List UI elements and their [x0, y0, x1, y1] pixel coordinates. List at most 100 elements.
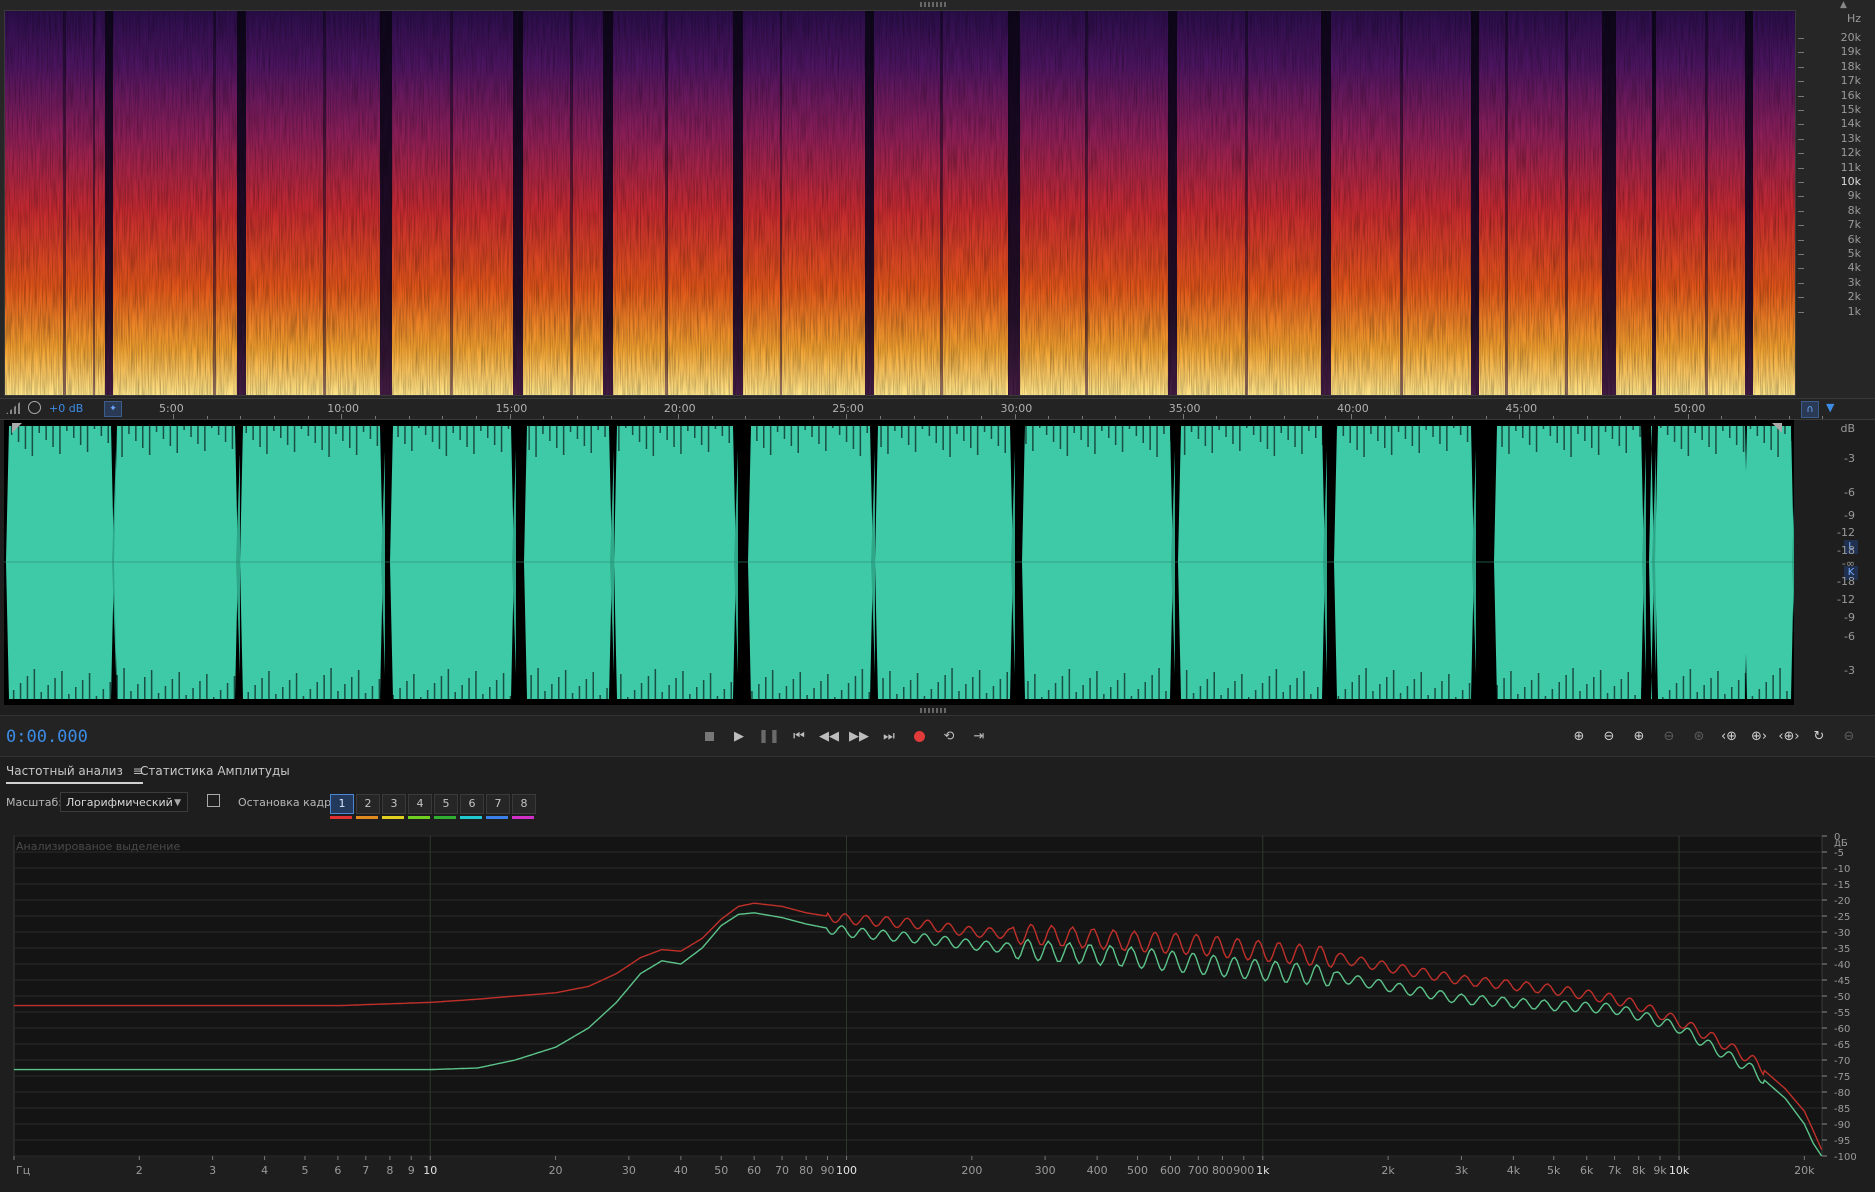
peak-notch: [1763, 420, 1765, 443]
zoom-in-left-button[interactable]: ‹⊕: [1718, 725, 1740, 747]
go-to-start-button[interactable]: ⏮: [788, 725, 810, 747]
peak-notch: [1411, 420, 1414, 446]
play-button[interactable]: ▶: [728, 725, 750, 747]
panel-resize-handle-2[interactable]: [920, 708, 948, 713]
record-button[interactable]: [908, 725, 930, 747]
frame-hold-button-7[interactable]: 7: [486, 794, 510, 814]
peak-notch: [404, 420, 406, 444]
peak-notch: [599, 695, 601, 705]
peak-notch: [1770, 420, 1772, 450]
spectrogram-image: [5, 11, 1795, 395]
peak-notch: [245, 420, 247, 433]
peak-notch: [873, 420, 875, 440]
peak-notch: [694, 420, 696, 438]
frame-hold-button-8[interactable]: 8: [512, 794, 536, 814]
zoom-out-full-button[interactable]: ⊖: [1658, 725, 1680, 747]
frame-hold-button-5[interactable]: 5: [434, 794, 458, 814]
peak-notch: [640, 683, 643, 705]
tab-amplitude-statistics[interactable]: Статистика Амплитуды: [140, 764, 290, 782]
peak-notch: [482, 694, 484, 705]
fast-forward-button[interactable]: ▶▶: [848, 725, 870, 747]
rewind-button[interactable]: ◀◀: [818, 725, 840, 747]
peak-notch: [1634, 695, 1636, 705]
stop-button[interactable]: [698, 725, 720, 747]
peak-notch: [680, 420, 682, 454]
analysis-tabs: Частотный анализ ≡ Статистика Амплитуды: [0, 760, 1875, 786]
zoom-out-all-button[interactable]: ⊖: [1838, 725, 1860, 747]
go-to-end-button[interactable]: ⏭: [878, 725, 900, 747]
peak-notch: [1158, 668, 1160, 705]
frame-hold-button-1[interactable]: 1: [330, 794, 354, 814]
headphones-icon[interactable]: ∩: [1801, 401, 1819, 418]
zoom-in-right-button[interactable]: ⊕›: [1748, 725, 1770, 747]
spectral-view[interactable]: ▲ Hz 20k 19k 18k 17k 16k 15k 14k 13k 12k…: [0, 0, 1875, 398]
peak-notch: [1006, 672, 1008, 705]
zoom-out-amplitude-button[interactable]: ⊖: [1598, 725, 1620, 747]
amplitude-tick-label: -9: [1844, 611, 1855, 624]
tab-frequency-analysis[interactable]: Частотный анализ ≡: [6, 764, 143, 784]
peak-notch: [19, 683, 22, 705]
zoom-selection-button[interactable]: ⊛: [1688, 725, 1710, 747]
peak-notch: [597, 420, 599, 430]
frame-hold-button-3[interactable]: 3: [382, 794, 406, 814]
peak-notch: [12, 690, 15, 705]
peak-notch: [1508, 420, 1510, 454]
time-minor-tick: [644, 416, 646, 419]
time-minor-tick: [879, 416, 881, 419]
peak-notch: [1731, 687, 1733, 705]
peak-notch: [378, 679, 381, 705]
frequency-analysis-plot[interactable]: дБ 0 -5 -10 -15 -20 -25 -30 -35 -40 -45 -50 -55 -60 -6…: [8, 832, 1870, 1188]
waveform-view[interactable]: [4, 420, 1794, 705]
time-minor-tick: [1115, 416, 1117, 419]
panel-resize-handle[interactable]: [920, 2, 948, 7]
peak-notch: [295, 673, 298, 705]
time-ruler[interactable]: +0 dB ✦ 5:00 10:00 15:00 20:00 25:00 30:00 35:…: [0, 398, 1875, 420]
peak-notch: [1420, 672, 1422, 705]
peak-notch: [206, 674, 208, 705]
spectral-frequency-display[interactable]: [4, 10, 1796, 396]
frame-hold-button-4[interactable]: 4: [408, 794, 432, 814]
frame-hold-button-6[interactable]: 6: [460, 794, 484, 814]
peak-notch: [854, 676, 857, 705]
current-time[interactable]: 0:00.000: [6, 727, 88, 747]
y-tick-label: -85: [1834, 1104, 1850, 1115]
y-tick-label: -20: [1834, 896, 1850, 907]
peak-notch: [459, 420, 461, 440]
zoom-to-selection-button[interactable]: ‹⊕›: [1778, 725, 1800, 747]
zoom-reset-button[interactable]: ↻: [1808, 725, 1830, 747]
peak-notch: [1528, 420, 1531, 445]
zoom-in-time-button[interactable]: ⊕: [1628, 725, 1650, 747]
peak-notch: [273, 420, 275, 431]
frequency-tick: [1798, 254, 1804, 255]
peak-notch: [1496, 685, 1498, 705]
peak-notch: [219, 690, 222, 705]
peak-notch: [1066, 420, 1069, 456]
peak-notch: [1448, 674, 1450, 705]
y-tick-label: -10: [1834, 864, 1850, 875]
frequency-unit: Hz: [1846, 12, 1861, 25]
frame-hold-button-2[interactable]: 2: [356, 794, 380, 814]
time-tick-label: 35:00: [1168, 402, 1201, 415]
peak-notch: [1045, 420, 1048, 435]
peak-notch: [1742, 420, 1745, 452]
pause-button[interactable]: ❚❚: [758, 725, 780, 747]
amplitude-scale: dB L K -3 -6 -9 -12 -18 -∞ -18 -12 -9 -6 -3: [1796, 420, 1875, 710]
peak-notch: [1660, 420, 1662, 428]
x-tick-label: 50: [714, 1164, 728, 1177]
loop-button[interactable]: ⟲: [938, 725, 960, 747]
peak-notch: [1625, 420, 1627, 453]
x-tick-label: 70: [775, 1164, 789, 1177]
zoom-in-amplitude-button[interactable]: ⊕: [1568, 725, 1590, 747]
zoom-in-time-icon: ⊕: [1633, 728, 1645, 744]
peak-notch: [569, 420, 572, 432]
peak-notch: [461, 685, 463, 705]
peak-notch: [1294, 420, 1296, 447]
skip-selection-button[interactable]: ⇥: [968, 725, 990, 747]
peak-notch: [45, 420, 47, 440]
marker-icon[interactable]: ▼: [1826, 401, 1836, 416]
zoom-out-icon: ⊖: [1603, 728, 1615, 744]
peak-notch: [585, 679, 588, 705]
peak-notch: [785, 686, 788, 705]
x-tick-label: 7k: [1608, 1164, 1622, 1177]
skip-start-icon: ⏮: [793, 728, 805, 744]
